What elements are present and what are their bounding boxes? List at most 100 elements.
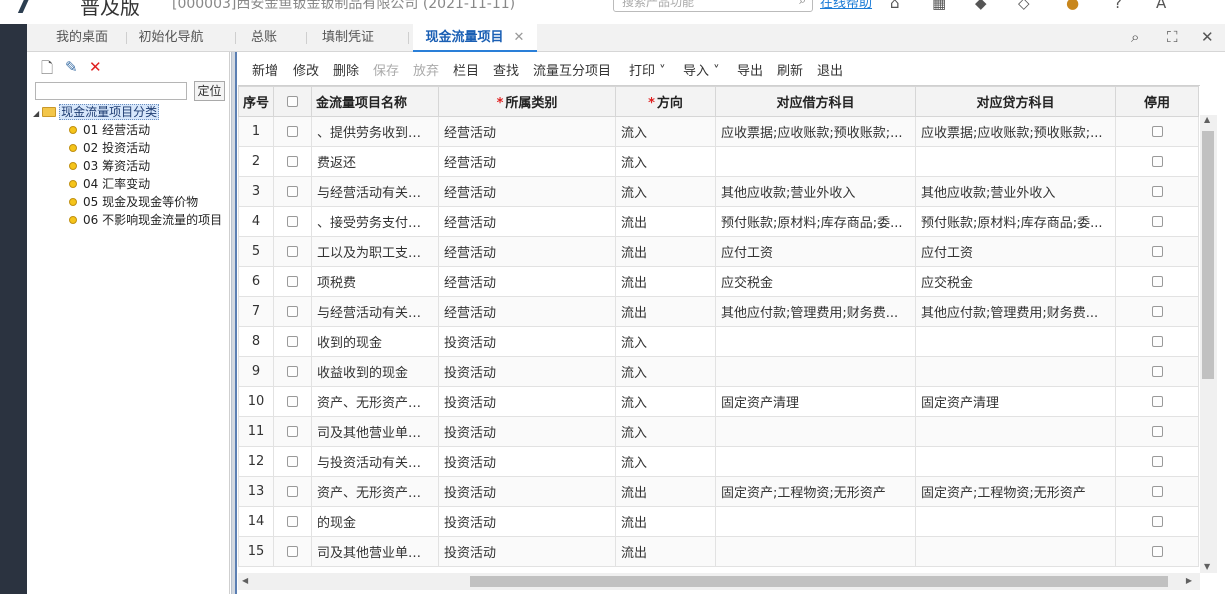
debit-cell[interactable] [715,536,916,567]
columns-button[interactable]: 栏目 [453,60,479,79]
name-cell[interactable]: 工以及为职工支付的现金 [311,236,439,267]
category-cell[interactable]: 投资活动 [438,446,616,477]
help-icon[interactable]: ? [1114,0,1122,12]
disabled-checkbox[interactable] [1151,426,1163,437]
direction-cell[interactable]: 流入 [615,386,716,417]
category-cell[interactable]: 经营活动 [438,236,616,267]
select-all-header[interactable] [273,86,312,117]
credit-cell[interactable] [915,446,1116,477]
row-select-checkbox[interactable] [287,546,298,557]
disabled-cell[interactable] [1115,146,1199,177]
edit-button[interactable]: 修改 [293,60,319,79]
direction-cell[interactable]: 流入 [615,116,716,147]
credit-cell[interactable]: 固定资产清理 [915,386,1116,417]
tree-item-exchange-rate[interactable]: 04 汇率变动 [69,175,150,193]
seq-cell[interactable]: 1 [238,116,274,147]
name-cell[interactable]: 司及其他营业单位收到的现金 [311,416,439,447]
edit-icon[interactable]: ✎ [65,58,78,76]
disabled-cell[interactable] [1115,266,1199,297]
new-document-icon[interactable]: 🗋 [41,58,53,83]
name-cell[interactable]: 与经营活动有关的现金 [311,296,439,327]
locate-input[interactable] [35,82,187,100]
category-cell[interactable]: 投资活动 [438,356,616,387]
category-cell[interactable]: 经营活动 [438,146,616,177]
disabled-cell[interactable] [1115,446,1199,477]
seq-cell[interactable]: 5 [238,236,274,267]
credit-cell[interactable]: 应付工资 [915,236,1116,267]
scroll-right-icon[interactable]: ▶ [1186,576,1192,585]
select-all-checkbox[interactable] [287,96,298,107]
row-select-checkbox[interactable] [287,216,298,227]
credit-cell[interactable] [915,506,1116,537]
table-row[interactable]: 9 收益收到的现金 投资活动 流入 [238,356,1199,387]
debit-cell[interactable]: 其他应收款;营业外收入 [715,176,916,207]
disabled-checkbox[interactable] [1151,276,1163,287]
import-button[interactable]: 导入 ˅ [683,60,720,79]
table-row[interactable]: 10资产、无形资产和其他长期资产投资活动流入固定资产清理固定资产清理 [238,386,1199,417]
category-cell[interactable]: 投资活动 [438,536,616,567]
table-row[interactable]: 1 、提供劳务收到的现金 经营活动 流入 应收票据;应收账款;预收账款;... 应收票据;… [238,116,1199,147]
disabled-checkbox[interactable] [1151,396,1163,407]
seq-cell[interactable]: 3 [238,176,274,207]
save-button[interactable]: 保存 [373,60,399,79]
credit-header[interactable]: 对应贷方科目 [915,86,1116,117]
seq-cell[interactable]: 12 [238,446,274,477]
select-cell[interactable] [273,116,312,147]
table-row[interactable]: 5工以及为职工支付的现金经营活动流出应付工资应付工资 [238,236,1199,267]
vertical-scrollbar[interactable]: ▲ ▼ [1200,115,1217,573]
debit-cell[interactable] [715,356,916,387]
disabled-cell[interactable] [1115,386,1199,417]
exit-button[interactable]: 退出 [817,60,843,79]
debit-cell[interactable] [715,416,916,447]
name-cell[interactable]: 司及其他营业单位支付的现金 [311,536,439,567]
direction-cell[interactable]: 流出 [615,236,716,267]
row-select-checkbox[interactable] [287,156,298,167]
panel-splitter[interactable] [231,52,237,594]
seq-cell[interactable]: 4 [238,206,274,237]
collapse-icon[interactable]: ◢ [33,109,39,118]
exchange-items-button[interactable]: 流量互分项目 [533,60,611,79]
select-cell[interactable] [273,236,312,267]
row-select-checkbox[interactable] [287,306,298,317]
credit-cell[interactable] [915,146,1116,177]
row-select-checkbox[interactable] [287,516,298,527]
horizontal-scrollbar[interactable]: ◀ ▶ [238,573,1200,590]
disabled-cell[interactable] [1115,176,1199,207]
disabled-checkbox[interactable] [1151,156,1163,167]
disabled-cell[interactable] [1115,326,1199,357]
category-cell[interactable]: 经营活动 [438,176,616,207]
seq-cell[interactable]: 11 [238,416,274,447]
category-cell[interactable]: 投资活动 [438,416,616,447]
tab-fill-voucher[interactable]: 填制凭证 [315,24,381,52]
select-cell[interactable] [273,356,312,387]
disabled-checkbox[interactable] [1151,186,1163,197]
disabled-checkbox[interactable] [1151,216,1163,227]
direction-cell[interactable]: 流入 [615,416,716,447]
direction-cell[interactable]: 流入 [615,446,716,477]
disabled-cell[interactable] [1115,476,1199,507]
disabled-cell[interactable] [1115,116,1199,147]
scroll-down-icon[interactable]: ▼ [1204,562,1210,571]
table-row[interactable]: 3 与经营活动有关的现金 经营活动 流入 其他应收款;营业外收入 其他应收款;营业外收入 [238,176,1199,207]
name-cell[interactable]: 收到的现金 [311,326,439,357]
credit-cell[interactable]: 其他应收款;营业外收入 [915,176,1116,207]
scroll-up-icon[interactable]: ▲ [1204,115,1210,124]
tag-icon[interactable]: ◇ [1018,0,1030,12]
select-cell[interactable] [273,506,312,537]
tree-item-operating[interactable]: 01 经营活动 [69,121,150,139]
name-cell[interactable]: 资产、无形资产和其他长期资产 [311,476,439,507]
print-button[interactable]: 打印 ˅ [629,60,666,79]
delete-icon[interactable]: ✕ [89,58,102,76]
credit-cell[interactable]: 固定资产;工程物资;无形资产 [915,476,1116,507]
direction-cell[interactable]: 流出 [615,266,716,297]
seq-cell[interactable]: 6 [238,266,274,297]
disabled-cell[interactable] [1115,416,1199,447]
debit-cell[interactable]: 应交税金 [715,266,916,297]
row-select-checkbox[interactable] [287,366,298,377]
category-cell[interactable]: 投资活动 [438,326,616,357]
select-cell[interactable] [273,146,312,177]
tab-cash-flow-items[interactable]: 现金流量项目 ✕ [413,24,537,52]
name-cell[interactable]: 的现金 [311,506,439,537]
name-cell[interactable]: 收益收到的现金 [311,356,439,387]
category-cell[interactable]: 经营活动 [438,206,616,237]
